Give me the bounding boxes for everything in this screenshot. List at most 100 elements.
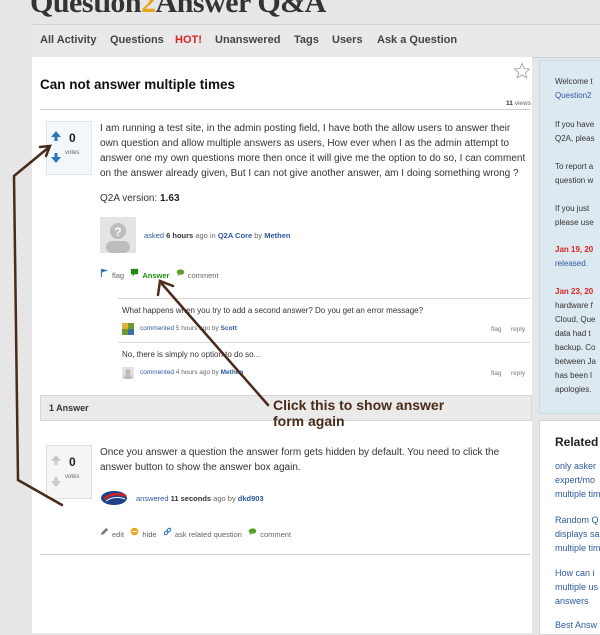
asker-link[interactable]: Methen — [264, 231, 290, 240]
asked-ago-in: ago in — [195, 231, 216, 240]
edit-button[interactable]: edit — [100, 527, 124, 539]
site-logo[interactable]: Question2Answer Q&A — [30, 0, 326, 20]
commenter-avatar-icon[interactable] — [122, 323, 134, 335]
hide-button[interactable]: hide — [130, 527, 157, 539]
annotation-callout: Click this to show answer form again — [273, 397, 513, 429]
ask-related-button[interactable]: ask related question — [163, 527, 242, 539]
comment-label: comment — [187, 270, 219, 280]
flag-icon — [100, 268, 109, 277]
answer-divider — [40, 554, 530, 555]
sidebar-text: data had t — [555, 329, 591, 338]
default-avatar-icon[interactable]: ? — [100, 217, 136, 253]
related-question-link[interactable]: multiple us — [555, 582, 598, 592]
favorite-star-icon[interactable] — [513, 62, 531, 80]
answer-label: Answer — [142, 270, 170, 280]
vote-down-icon[interactable] — [50, 476, 62, 488]
related-title: Related — [555, 435, 599, 449]
answer-votes-label: votes — [65, 474, 80, 480]
related-question-link[interactable]: How can i — [555, 568, 595, 578]
annotation-line-2: form again — [273, 413, 345, 429]
category-link[interactable]: Q2A Core — [218, 231, 252, 240]
comment-link[interactable]: commented — [140, 369, 174, 376]
comment-flag-button[interactable]: flag — [491, 370, 501, 377]
comment-flag-button[interactable]: flag — [491, 326, 501, 333]
sidebar-news-date: Jan 19, 20 — [555, 245, 594, 254]
sidebar-text: question w — [555, 176, 594, 185]
comment-label: comment — [260, 529, 292, 539]
question-meta: asked 6 hours ago in Q2A Core by Methen — [144, 231, 291, 240]
comment-reply-button[interactable]: reply — [511, 326, 525, 333]
comment-ago: ago by — [199, 369, 219, 376]
flag-button[interactable]: flag — [100, 268, 124, 280]
comment-ago: ago by — [199, 325, 219, 332]
comment-icon — [248, 528, 257, 536]
related-question-link[interactable]: only asker — [555, 461, 596, 471]
related-questions-box: Related only asker expert/mo multiple ti… — [539, 420, 600, 635]
sidebar-text: Welcome t — [555, 77, 593, 86]
default-avatar-icon[interactable] — [122, 367, 134, 379]
comment-time: 4 hours — [175, 369, 198, 376]
comment-link[interactable]: commented — [140, 325, 174, 332]
related-question-link[interactable]: Random Q — [555, 515, 599, 525]
comment-button[interactable]: comment — [248, 527, 291, 539]
nav-unanswered[interactable]: Unanswered — [215, 34, 280, 46]
answer-vote-box: 0 votes — [46, 445, 92, 499]
main-nav: All Activity Questions HOT! Unanswered T… — [32, 24, 600, 58]
svg-text:?: ? — [114, 225, 121, 239]
answer-button[interactable]: Answer — [130, 268, 169, 280]
sidebar-link[interactable]: released. — [555, 259, 588, 268]
answer-icon — [131, 268, 139, 277]
related-question-link[interactable]: multiple tim — [555, 489, 600, 499]
sidebar-text: To report a — [555, 162, 594, 171]
nav-questions[interactable]: Questions — [110, 34, 164, 46]
answerer-link[interactable]: dkd903 — [238, 494, 264, 503]
team-logo-avatar-icon[interactable] — [100, 489, 128, 507]
version-label: Q2A version: — [100, 193, 158, 204]
commenter-link[interactable]: Methen — [221, 369, 244, 376]
logo-text-question: Question — [30, 0, 142, 19]
q2a-version: Q2A version: 1.63 — [100, 193, 180, 204]
comment-button[interactable]: comment — [176, 268, 219, 280]
comment-item: No, there is simply no option to do so..… — [118, 342, 530, 387]
question-actions: flag Answer comment — [100, 268, 219, 280]
pencil-icon — [100, 527, 109, 536]
nav-users[interactable]: Users — [332, 34, 363, 46]
related-question-link[interactable]: displays sa — [555, 529, 600, 539]
related-question-link[interactable]: expert/mo — [555, 475, 595, 485]
related-question-link[interactable]: answers — [555, 596, 589, 606]
sidebar-welcome-box: Welcome t Question2 If you have Q2A, ple… — [539, 60, 600, 414]
sidebar-text: has been l — [555, 371, 592, 380]
answered-time: 11 seconds — [170, 494, 212, 503]
answer-body: Once you answer a question the answer fo… — [100, 447, 500, 473]
answered-ago: ago by — [213, 494, 236, 503]
comment-reply-button[interactable]: reply — [511, 370, 525, 377]
nav-all-activity[interactable]: All Activity — [40, 34, 96, 46]
vote-down-icon[interactable] — [50, 152, 62, 164]
sidebar-text: Cloud, Que — [555, 315, 596, 324]
sidebar-link[interactable]: Question2 — [555, 91, 591, 100]
hide-icon — [131, 527, 139, 536]
view-count-number: 11 — [506, 100, 513, 107]
sidebar-text: between Ja — [555, 357, 596, 366]
related-question-link[interactable]: multiple tim — [555, 543, 600, 553]
sidebar-text: If you have — [555, 120, 595, 129]
nav-tags[interactable]: Tags — [294, 34, 319, 46]
vote-up-icon[interactable] — [50, 130, 62, 142]
sidebar-news-date: Jan 23, 20 — [555, 287, 594, 296]
comment-item: What happens when you try to add a secon… — [118, 298, 530, 343]
sidebar-text: apologies. — [555, 385, 592, 394]
logo-text-answer: Answer — [155, 0, 251, 19]
answers-count-label: 1 Answer — [49, 403, 89, 413]
question-vote-count: 0 — [69, 131, 76, 145]
commenter-link[interactable]: Scott — [221, 325, 237, 332]
answered-link[interactable]: answered — [136, 494, 169, 503]
vote-up-icon[interactable] — [50, 454, 62, 466]
nav-ask-question[interactable]: Ask a Question — [377, 34, 457, 46]
asked-link[interactable]: asked — [144, 231, 164, 240]
comment-meta: commented 4 hours ago by Methen — [140, 369, 243, 376]
related-question-link[interactable]: Best Answ — [555, 620, 597, 630]
nav-hot[interactable]: HOT! — [175, 34, 202, 46]
link-icon — [163, 527, 172, 536]
answer-meta: answered 11 seconds ago by dkd903 — [136, 494, 264, 503]
comment-text: What happens when you try to add a secon… — [122, 306, 424, 315]
